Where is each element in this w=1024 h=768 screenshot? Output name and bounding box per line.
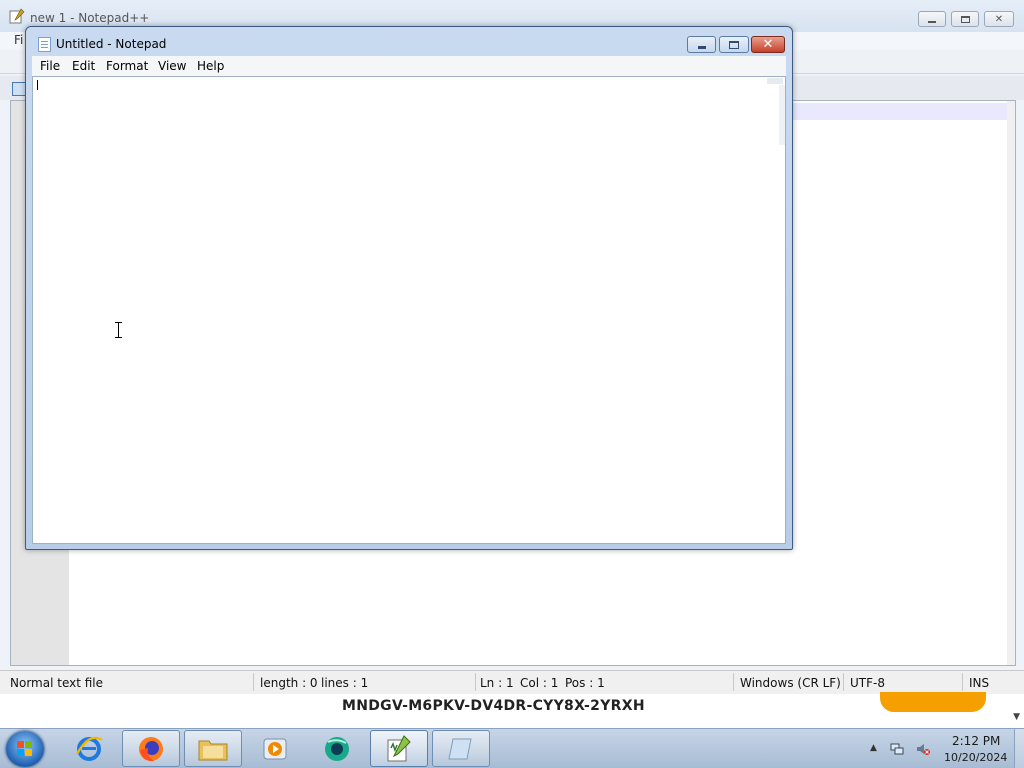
status-eol[interactable]: Windows (CR LF) [740,676,841,690]
taskbar-firefox[interactable] [122,730,180,767]
folder-icon [198,740,228,760]
status-encoding[interactable]: UTF-8 [850,676,885,690]
maximize-icon [720,37,748,52]
status-position: Pos : 1 [565,676,605,690]
status-length: length : 0 [260,676,318,690]
status-line: Ln : 1 [480,676,514,690]
notepad-text-area[interactable] [32,76,786,544]
notepad-minimize-button[interactable] [687,36,716,53]
taskbar-notepad[interactable] [432,730,490,767]
notepadpp-icon [387,734,411,761]
status-divider [962,673,963,691]
text-caret [37,80,38,90]
taskbar-notepadpp[interactable] [370,730,428,767]
notepad-menubar: File Edit Format View Help [32,56,786,76]
close-icon: ✕ [762,37,774,52]
mouse-ibeam-cursor-icon [115,322,123,338]
notepadpp-close-button[interactable]: ✕ [984,11,1014,27]
status-insert-mode[interactable]: INS [969,676,989,690]
banner-accent-button[interactable] [880,692,986,712]
clock-time[interactable]: 2:12 PM [952,734,1000,748]
taskbar-internet-explorer[interactable] [60,730,118,767]
notepad-title: Untitled - Notepad [56,37,167,51]
save-icon[interactable] [12,82,26,96]
notepadpp-minimize-button[interactable] [918,11,946,27]
taskbar-file-explorer[interactable] [184,730,242,767]
firefox-icon [139,736,163,761]
status-divider [475,673,476,691]
notepad-window: Untitled - Notepad ✕ File Edit Format Vi… [25,26,793,550]
status-file-type: Normal text file [10,676,104,690]
media-player-icon [263,738,287,759]
start-button[interactable] [6,731,44,767]
notepadpp-menu-file[interactable]: Fi [14,33,23,47]
menu-file[interactable]: File [40,59,60,73]
green-app-icon [325,736,349,761]
notepadpp-restore-button[interactable] [951,11,979,27]
notepadpp-statusbar: Normal text file length : 0 lines : 1 Ln… [0,670,1024,694]
close-icon: ✕ [994,13,1004,25]
vertical-scrollbar[interactable] [1007,101,1015,665]
windows-logo-icon [17,741,32,756]
notepadpp-app-icon [9,8,25,24]
scroll-down-arrow-icon[interactable]: ▼ [1013,712,1020,722]
scrollbar-hint [767,78,783,84]
menu-view[interactable]: View [158,59,186,73]
product-key-banner: MNDGV-M6PKV-DV4DR-CYY8X-2YRXH ▼ [0,692,1024,728]
show-desktop-button[interactable] [1014,729,1024,768]
status-divider [733,673,734,691]
status-lines: lines : 1 [321,676,369,690]
network-icon[interactable] [890,742,904,756]
taskbar: ▲ 2:12 PM 10/20/2024 [0,728,1024,768]
ie-icon [76,736,103,761]
taskbar-green-app[interactable] [308,730,366,767]
notepad-app-icon [38,37,51,52]
notepad-close-button[interactable]: ✕ [751,36,785,53]
minimize-icon [688,37,715,52]
menu-format[interactable]: Format [106,59,148,73]
notepadpp-title: new 1 - Notepad++ [30,11,150,25]
menu-help[interactable]: Help [197,59,224,73]
notepad-scrollbar[interactable] [779,85,785,145]
taskbar-media-player[interactable] [246,730,304,767]
notepad-icon [448,738,472,759]
menu-edit[interactable]: Edit [72,59,95,73]
show-hidden-icons-icon[interactable]: ▲ [870,743,884,757]
product-key-text: MNDGV-M6PKV-DV4DR-CYY8X-2YRXH [342,698,645,714]
status-divider [253,673,254,691]
status-divider [843,673,844,691]
volume-muted-icon[interactable] [916,742,930,756]
notepad-maximize-button[interactable] [719,36,749,53]
clock-date[interactable]: 10/20/2024 [944,751,1007,764]
status-column: Col : 1 [520,676,559,690]
